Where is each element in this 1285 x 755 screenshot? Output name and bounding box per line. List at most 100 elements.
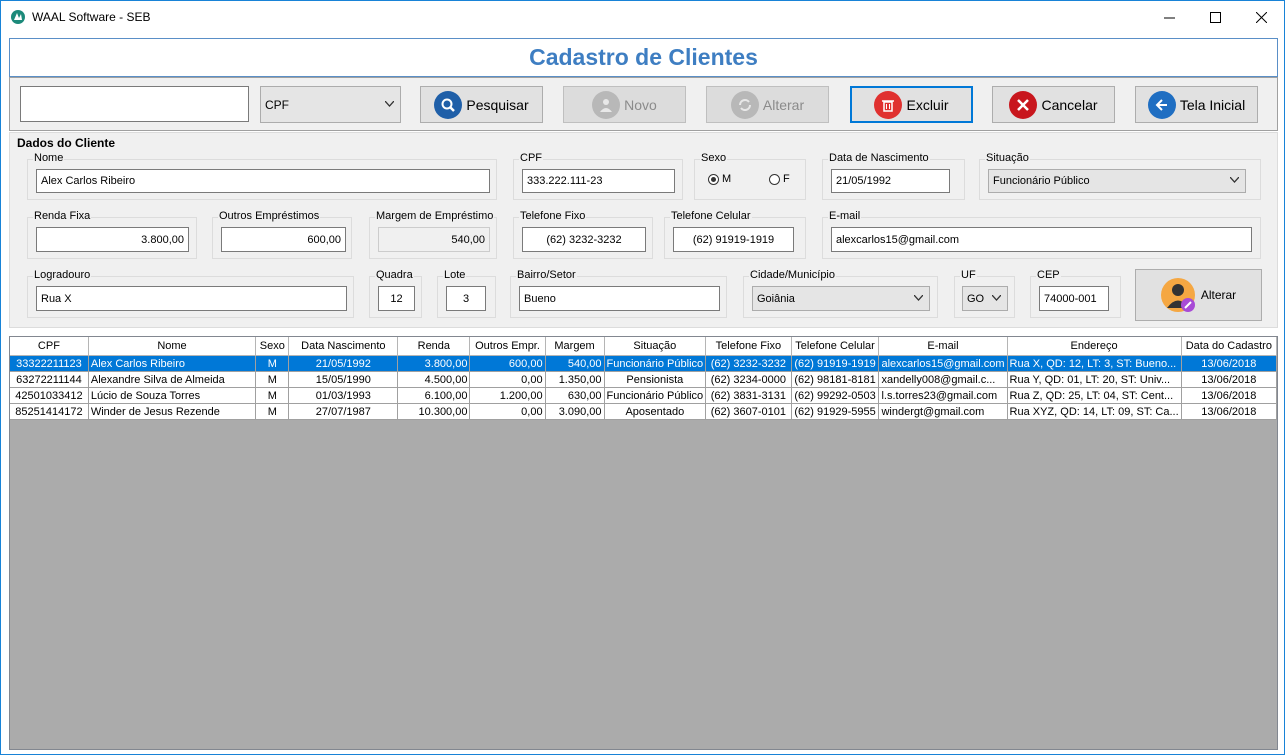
table-cell[interactable]: 3.800,00 <box>397 355 471 372</box>
table-cell[interactable]: Rua Y, QD: 01, LT: 20, ST: Univ... <box>1007 371 1182 388</box>
table-cell[interactable]: M <box>255 403 290 420</box>
column-header[interactable]: Data do Cadastro <box>1181 337 1277 356</box>
table-cell[interactable]: 0,00 <box>469 403 546 420</box>
table-cell[interactable]: (62) 98181-8181 <box>791 371 880 388</box>
situacao-select[interactable]: Funcionário Público <box>988 169 1246 193</box>
table-cell[interactable]: (62) 99292-0503 <box>791 387 880 404</box>
table-cell[interactable]: 3.090,00 <box>545 403 605 420</box>
table-row[interactable]: 63272211144 Alexandre Silva de Almeida M 15… <box>10 371 1277 388</box>
table-cell[interactable]: Aposentado <box>604 403 707 420</box>
table-cell[interactable]: M <box>255 387 290 404</box>
table-cell[interactable]: 13/06/2018 <box>1181 371 1277 388</box>
table-cell[interactable]: 13/06/2018 <box>1181 387 1277 404</box>
table-cell[interactable]: 01/03/1993 <box>288 387 399 404</box>
alterar-toolbar-button[interactable]: Alterar <box>706 86 829 123</box>
table-cell[interactable]: 15/05/1990 <box>288 371 399 388</box>
table-cell[interactable]: M <box>255 355 290 372</box>
table-cell[interactable]: 4.500,00 <box>397 371 471 388</box>
nascimento-input[interactable]: 21/05/1992 <box>831 169 950 193</box>
table-cell[interactable]: M <box>255 371 290 388</box>
quadra-input[interactable]: 12 <box>378 286 415 311</box>
cancelar-button[interactable]: Cancelar <box>992 86 1115 123</box>
table-cell[interactable]: Rua X, QD: 12, LT: 3, ST: Bueno... <box>1007 355 1182 372</box>
table-cell[interactable]: l.s.torres23@gmail.com <box>878 387 1008 404</box>
table-cell[interactable]: alexcarlos15@gmail.com <box>878 355 1008 372</box>
table-cell[interactable]: (62) 91919-1919 <box>791 355 880 372</box>
outros-input[interactable]: 600,00 <box>221 227 346 252</box>
lote-input[interactable]: 3 <box>446 286 486 311</box>
novo-button[interactable]: Novo <box>563 86 686 123</box>
column-header[interactable]: Situação <box>604 337 707 356</box>
email-input[interactable]: alexcarlos15@gmail.com <box>831 227 1252 252</box>
table-cell[interactable]: 1.200,00 <box>469 387 546 404</box>
table-row[interactable]: 85251414172 Winder de Jesus Rezende M 27/07… <box>10 403 1277 420</box>
alterar-cliente-button[interactable]: Alterar <box>1135 269 1262 321</box>
cidade-select[interactable]: Goiânia <box>752 286 930 311</box>
bairro-input[interactable]: Bueno <box>519 286 720 311</box>
nome-input[interactable]: Alex Carlos Ribeiro <box>36 169 490 193</box>
table-cell[interactable]: 10.300,00 <box>397 403 471 420</box>
table-cell[interactable]: Alexandre Silva de Almeida <box>88 371 257 388</box>
cpf-input[interactable]: 333.222.111-23 <box>522 169 675 193</box>
tel-cel-input[interactable]: (62) 91919-1919 <box>673 227 794 252</box>
pesquisar-button[interactable]: Pesquisar <box>420 86 543 123</box>
table-cell[interactable]: 33322211123 <box>10 355 89 372</box>
table-cell[interactable]: Lúcio de Souza Torres <box>88 387 257 404</box>
table-cell[interactable]: Funcionário Público <box>604 387 707 404</box>
table-cell[interactable]: Funcionário Público <box>604 355 707 372</box>
tel-fixo-input[interactable]: (62) 3232-3232 <box>522 227 646 252</box>
column-header[interactable]: Sexo <box>255 337 290 356</box>
table-cell[interactable]: Rua Z, QD: 25, LT: 04, ST: Cent... <box>1007 387 1182 404</box>
excluir-button[interactable]: Excluir <box>850 86 973 123</box>
column-header[interactable]: Nome <box>88 337 257 356</box>
table-cell[interactable]: Rua XYZ, QD: 14, LT: 09, ST: Ca... <box>1007 403 1182 420</box>
search-input[interactable] <box>20 86 249 122</box>
table-cell[interactable]: 27/07/1987 <box>288 403 399 420</box>
column-header[interactable]: Telefone Fixo <box>705 337 792 356</box>
uf-select[interactable]: GO <box>962 286 1008 311</box>
table-cell[interactable]: Alex Carlos Ribeiro <box>88 355 257 372</box>
table-cell[interactable]: (62) 3234-0000 <box>705 371 792 388</box>
renda-input[interactable]: 3.800,00 <box>36 227 189 252</box>
table-cell[interactable]: 540,00 <box>545 355 605 372</box>
column-header[interactable]: Renda <box>397 337 471 356</box>
table-cell[interactable]: 0,00 <box>469 371 546 388</box>
sexo-m-radio[interactable]: M <box>708 173 731 185</box>
column-header[interactable]: E-mail <box>878 337 1008 356</box>
table-cell[interactable]: 13/06/2018 <box>1181 355 1277 372</box>
table-cell[interactable]: (62) 3831-3131 <box>705 387 792 404</box>
tela-inicial-button[interactable]: Tela Inicial <box>1135 86 1258 123</box>
column-header[interactable]: Data Nascimento <box>288 337 399 356</box>
table-cell[interactable]: 13/06/2018 <box>1181 403 1277 420</box>
table-cell[interactable]: 600,00 <box>469 355 546 372</box>
table-cell[interactable]: 42501033412 <box>10 387 89 404</box>
table-cell[interactable]: Pensionista <box>604 371 707 388</box>
clientes-grid[interactable]: CPF Nome Sexo Data Nascimento Renda Outros Em… <box>9 336 1278 750</box>
table-cell[interactable]: (62) 3607-0101 <box>705 403 792 420</box>
sexo-f-radio[interactable]: F <box>769 173 790 185</box>
maximize-button[interactable] <box>1192 1 1238 33</box>
cep-input[interactable]: 74000-001 <box>1039 286 1109 311</box>
table-row[interactable]: 33322211123 Alex Carlos Ribeiro M 21/05/199… <box>10 355 1277 372</box>
table-row[interactable]: 42501033412 Lúcio de Souza Torres M 01/03/1… <box>10 387 1277 404</box>
table-cell[interactable]: (62) 3232-3232 <box>705 355 792 372</box>
minimize-button[interactable] <box>1146 1 1192 33</box>
table-cell[interactable]: 85251414172 <box>10 403 89 420</box>
close-window-button[interactable] <box>1238 1 1284 33</box>
table-cell[interactable]: 1.350,00 <box>545 371 605 388</box>
table-cell[interactable]: 630,00 <box>545 387 605 404</box>
table-cell[interactable]: windergt@gmail.com <box>878 403 1008 420</box>
table-cell[interactable]: 6.100,00 <box>397 387 471 404</box>
table-cell[interactable]: 63272211144 <box>10 371 89 388</box>
table-cell[interactable]: xandelly008@gmail.c... <box>878 371 1008 388</box>
table-cell[interactable]: Winder de Jesus Rezende <box>88 403 257 420</box>
column-header[interactable]: Outros Empr. <box>469 337 546 356</box>
column-header[interactable]: Margem <box>545 337 605 356</box>
table-cell[interactable]: 21/05/1992 <box>288 355 399 372</box>
search-type-select[interactable]: CPF <box>260 86 401 123</box>
column-header[interactable]: Telefone Celular <box>791 337 880 356</box>
column-header[interactable]: CPF <box>10 337 89 356</box>
column-header[interactable]: Endereço <box>1007 337 1182 356</box>
table-cell[interactable]: (62) 91929-5955 <box>791 403 880 420</box>
logradouro-input[interactable]: Rua X <box>36 286 347 311</box>
